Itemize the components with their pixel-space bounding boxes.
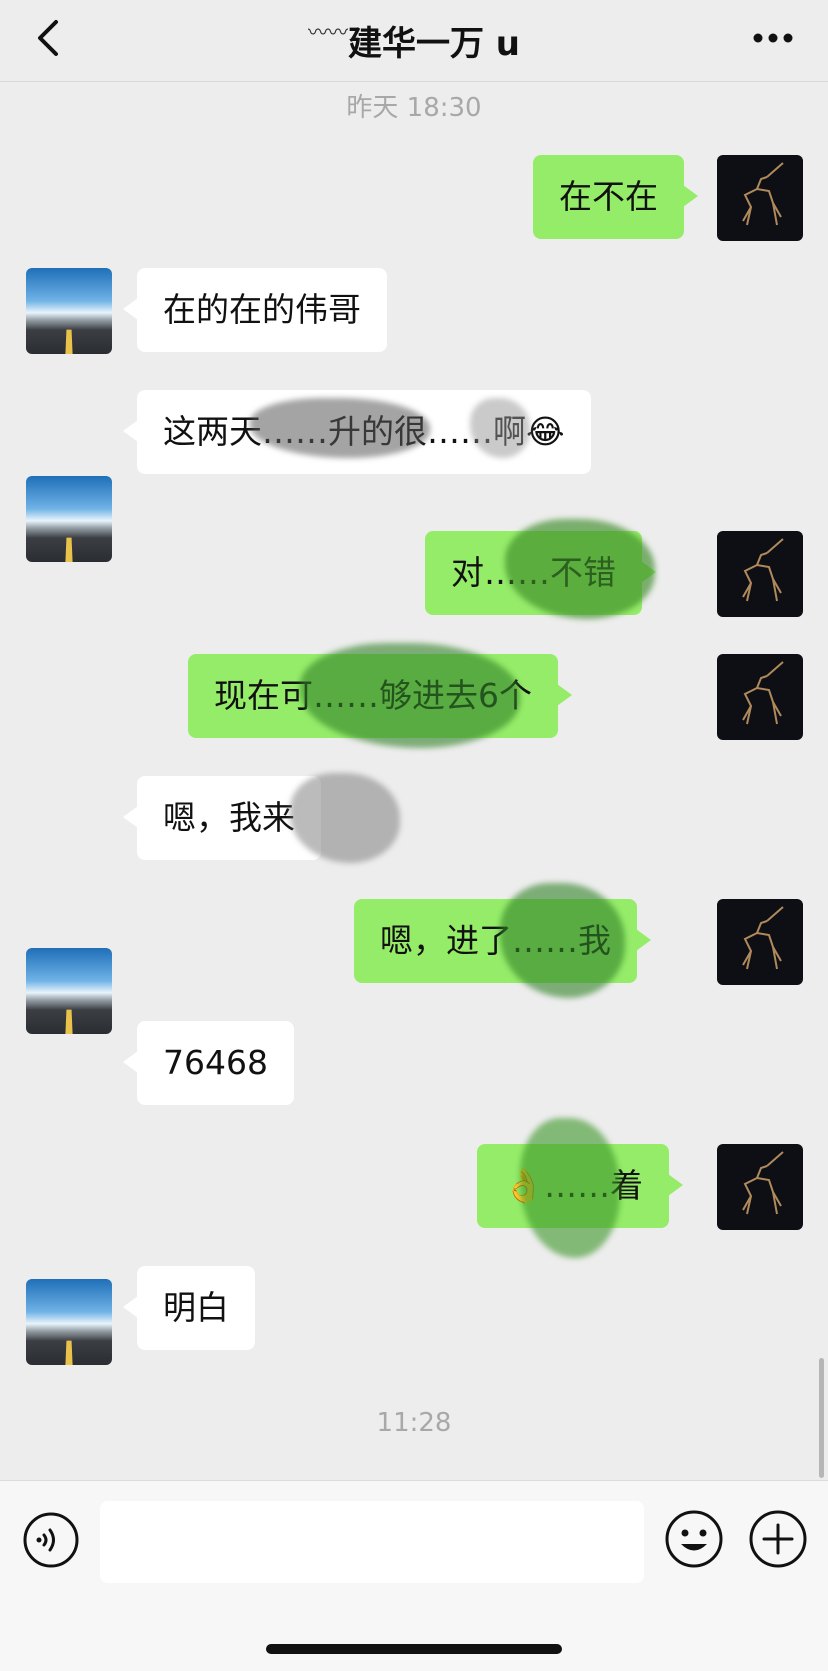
avatar-self[interactable] [717, 654, 803, 740]
scrollbar[interactable] [819, 1358, 824, 1478]
avatar-contact[interactable] [26, 268, 112, 354]
home-indicator[interactable] [266, 1644, 562, 1654]
message-input[interactable] [100, 1501, 644, 1583]
avatar-self[interactable] [717, 1144, 803, 1230]
avatar-self[interactable] [717, 899, 803, 985]
avatar-self[interactable] [717, 531, 803, 617]
avatar-contact[interactable] [26, 1279, 112, 1365]
plus-icon[interactable] [748, 1509, 808, 1569]
polo-horse-icon [742, 661, 784, 725]
polo-horse-icon [742, 1151, 784, 1215]
avatar-contact[interactable] [26, 476, 112, 562]
emoji-icon[interactable] [664, 1509, 724, 1569]
chat-header: 〰〰建华一万 u [0, 0, 828, 82]
voice-icon[interactable] [22, 1511, 80, 1569]
timestamp: 11:28 [376, 1408, 452, 1438]
message-bubble-self[interactable]: 在不在 [533, 155, 698, 239]
message-bubble-contact[interactable]: 76468 [123, 1021, 294, 1105]
title-decoration: 〰〰 [307, 20, 348, 44]
message-list[interactable]: 昨天 18:30 在不在 在的在的伟哥 这两天……升的很……啊😂 对……不错 [0, 83, 828, 1478]
timestamp: 昨天 18:30 [346, 93, 482, 123]
contact-name: 建华一万 u [347, 24, 521, 64]
message-bubble-contact[interactable]: 在的在的伟哥 [123, 268, 387, 352]
avatar-contact[interactable] [26, 948, 112, 1034]
polo-horse-icon [742, 162, 784, 226]
input-bar [0, 1480, 828, 1671]
polo-horse-icon [742, 538, 784, 602]
polo-horse-icon [742, 906, 784, 970]
message-bubble-contact[interactable]: 明白 [123, 1266, 255, 1350]
redaction-scribble [520, 1118, 620, 1258]
avatar-self[interactable] [717, 155, 803, 241]
more-dots-icon[interactable] [748, 18, 798, 58]
chat-title: 〰〰建华一万 u [0, 16, 828, 65]
